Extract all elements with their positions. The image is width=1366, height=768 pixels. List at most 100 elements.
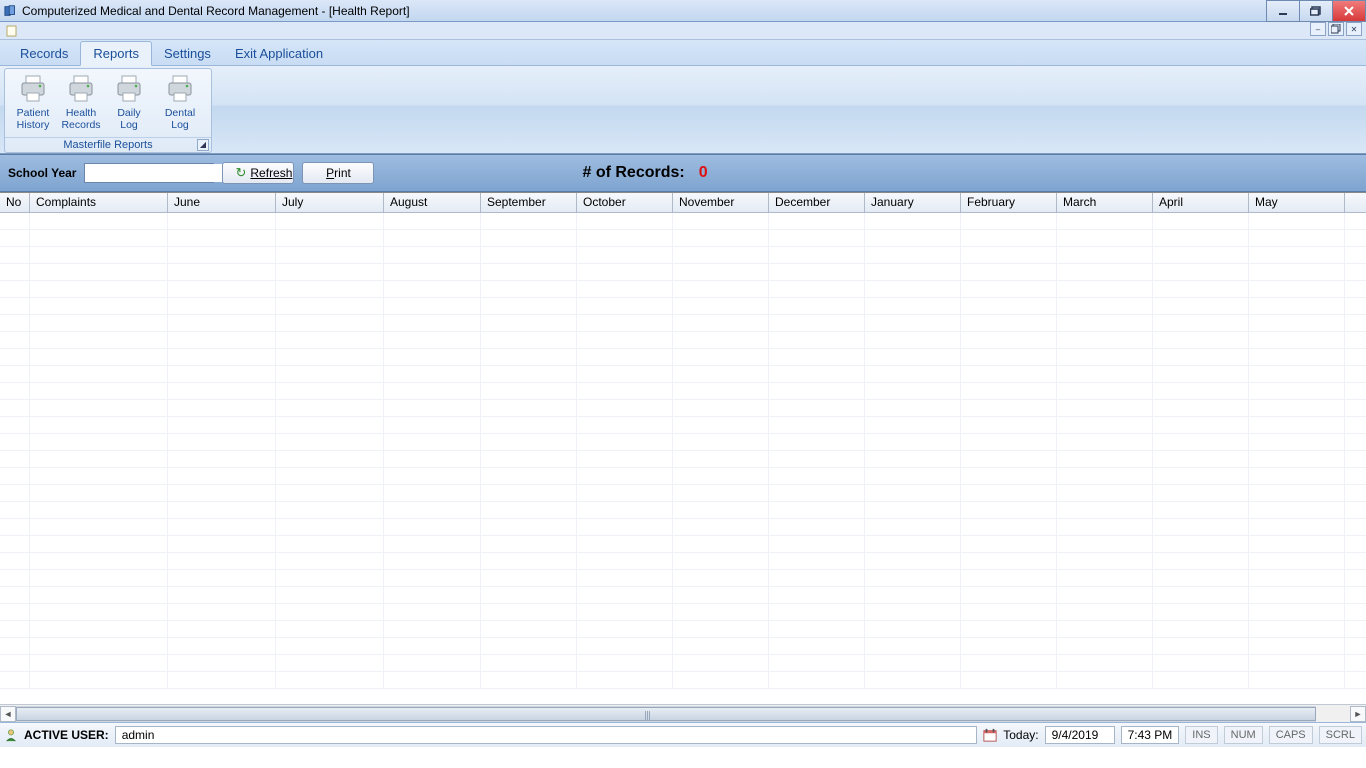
refresh-icon: ↻	[235, 165, 246, 181]
ribbon-tabs: Records Reports Settings Exit Applicatio…	[0, 40, 1366, 66]
mdi-close-button[interactable]: ✕	[1346, 22, 1362, 36]
table-row	[0, 468, 1366, 485]
grid-header-row: NoComplaintsJuneJulyAugustSeptemberOctob…	[0, 193, 1366, 213]
table-row	[0, 621, 1366, 638]
tab-exit-application[interactable]: Exit Application	[223, 42, 335, 65]
school-year-combo[interactable]: ▼	[84, 163, 214, 183]
refresh-button-label: Refresh	[250, 166, 292, 180]
table-row	[0, 264, 1366, 281]
table-row	[0, 570, 1366, 587]
status-indicator-num: NUM	[1224, 726, 1263, 744]
today-label: Today:	[1003, 728, 1038, 742]
calendar-icon	[983, 728, 997, 742]
print-button[interactable]: PPrintrint	[302, 162, 374, 184]
table-row	[0, 451, 1366, 468]
table-row	[0, 400, 1366, 417]
refresh-button[interactable]: ↻ Refresh	[222, 162, 294, 184]
table-row	[0, 502, 1366, 519]
window-close-button[interactable]	[1332, 0, 1366, 22]
maximize-icon	[1310, 6, 1322, 16]
grid-column-header[interactable]: August	[384, 193, 481, 212]
grid-column-header[interactable]: May	[1249, 193, 1345, 212]
user-icon	[4, 728, 18, 742]
time-field: 7:43 PM	[1121, 726, 1180, 744]
window-title: Computerized Medical and Dental Record M…	[22, 4, 410, 18]
grid-column-header[interactable]: November	[673, 193, 769, 212]
table-row	[0, 298, 1366, 315]
window-minimize-button[interactable]	[1266, 0, 1300, 22]
printer-icon	[113, 73, 145, 105]
mdi-minimize-button[interactable]: –	[1310, 22, 1326, 36]
scroll-left-icon[interactable]: ◄	[0, 706, 16, 722]
scrollbar-thumb[interactable]	[16, 707, 1316, 721]
tab-reports[interactable]: Reports	[80, 41, 152, 66]
grid-column-header[interactable]: June	[168, 193, 276, 212]
close-icon	[1343, 6, 1355, 16]
table-row	[0, 638, 1366, 655]
ribbon-button-label: Log	[120, 119, 138, 131]
table-row	[0, 366, 1366, 383]
grid-column-header[interactable]: December	[769, 193, 865, 212]
table-row	[0, 485, 1366, 502]
table-row	[0, 383, 1366, 400]
data-grid: NoComplaintsJuneJulyAugustSeptemberOctob…	[0, 192, 1366, 722]
table-row	[0, 315, 1366, 332]
records-count-label: # of Records:	[582, 164, 684, 182]
scrollbar-track[interactable]	[16, 706, 1316, 722]
active-user-field: admin	[115, 726, 978, 744]
table-row	[0, 587, 1366, 604]
status-indicator-ins: INS	[1185, 726, 1217, 744]
table-row	[0, 281, 1366, 298]
print-button-label: PPrintrint	[326, 166, 351, 180]
status-bar: ACTIVE USER: admin Today: 9/4/2019 7:43 …	[0, 722, 1366, 747]
grid-column-header[interactable]: Complaints	[30, 193, 168, 212]
ribbon-group-caption: Masterfile Reports	[63, 139, 152, 151]
table-row	[0, 247, 1366, 264]
ribbon-button-patient-history[interactable]: Patient History	[9, 71, 57, 137]
status-indicator-scrl: SCRL	[1319, 726, 1362, 744]
ribbon-button-label: Records	[61, 119, 100, 131]
grid-column-header[interactable]: March	[1057, 193, 1153, 212]
tab-settings[interactable]: Settings	[152, 42, 223, 65]
ribbon-button-label: Daily	[117, 107, 140, 119]
restore-icon	[1331, 24, 1341, 34]
ribbon-button-health-records[interactable]: Health Records	[57, 71, 105, 137]
today-date-field: 9/4/2019	[1045, 726, 1115, 744]
filter-bar: School Year ▼ ↻ Refresh PPrintrint # of …	[0, 154, 1366, 192]
records-count-value: 0	[699, 164, 708, 182]
grid-column-header[interactable]: February	[961, 193, 1057, 212]
table-row	[0, 213, 1366, 230]
table-row	[0, 655, 1366, 672]
window-titlebar: Computerized Medical and Dental Record M…	[0, 0, 1366, 22]
grid-column-header[interactable]: October	[577, 193, 673, 212]
table-row	[0, 536, 1366, 553]
ribbon-button-label: History	[17, 119, 50, 131]
table-row	[0, 672, 1366, 689]
window-maximize-button[interactable]	[1299, 0, 1333, 22]
grid-body[interactable]	[0, 213, 1366, 704]
grid-column-header[interactable]: July	[276, 193, 384, 212]
ribbon-group-launcher-icon[interactable]: ◢	[197, 139, 209, 151]
tab-records[interactable]: Records	[8, 42, 80, 65]
table-row	[0, 417, 1366, 434]
mdi-restore-button[interactable]	[1328, 22, 1344, 36]
school-year-label: School Year	[8, 166, 76, 180]
table-row	[0, 332, 1366, 349]
status-indicator-caps: CAPS	[1269, 726, 1313, 744]
quick-access-strip: – ✕	[0, 22, 1366, 40]
grid-column-header[interactable]: No	[0, 193, 30, 212]
grid-column-header[interactable]: April	[1153, 193, 1249, 212]
table-row	[0, 553, 1366, 570]
ribbon-button-label: Health	[66, 107, 96, 119]
grid-horizontal-scrollbar[interactable]: ◄ ►	[0, 704, 1366, 722]
ribbon-button-dental-log[interactable]: Dental Log	[153, 71, 207, 137]
scroll-right-icon[interactable]: ►	[1350, 706, 1366, 722]
ribbon-button-label: Dental Log	[155, 107, 205, 131]
printer-icon	[65, 73, 97, 105]
grid-column-header[interactable]: January	[865, 193, 961, 212]
ribbon-button-daily-log[interactable]: Daily Log	[105, 71, 153, 137]
table-row	[0, 349, 1366, 366]
active-user-label: ACTIVE USER:	[24, 728, 109, 742]
table-row	[0, 230, 1366, 247]
grid-column-header[interactable]: September	[481, 193, 577, 212]
